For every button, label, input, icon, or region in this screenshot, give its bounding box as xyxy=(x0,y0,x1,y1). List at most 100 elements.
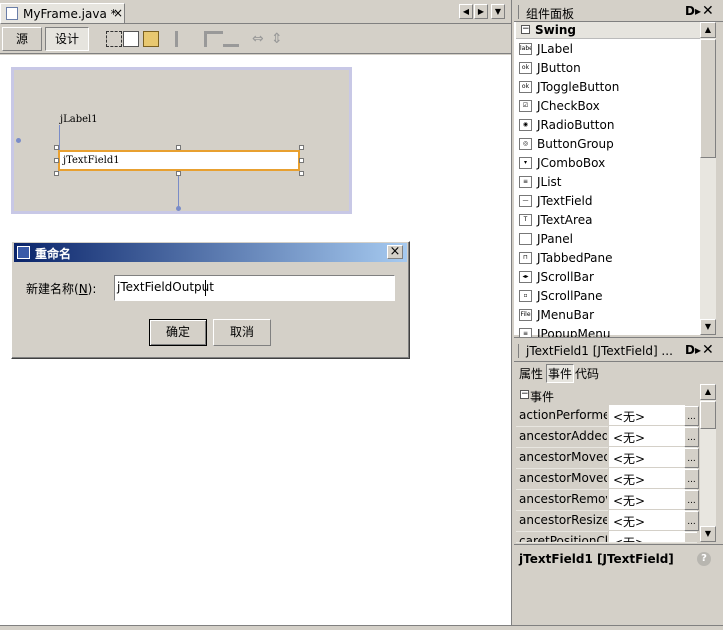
tab-list-menu-button[interactable]: ▼ xyxy=(491,4,505,19)
palette-item-jtogglebutton[interactable]: ok JToggleButton xyxy=(516,78,700,97)
scroll-up-button[interactable]: ▲ xyxy=(700,384,716,400)
scroll-down-button[interactable]: ▼ xyxy=(700,526,716,542)
align-top-icon[interactable] xyxy=(207,31,223,47)
scroll-up-button[interactable]: ▲ xyxy=(700,22,716,38)
jlabel1-component[interactable]: jLabel1 xyxy=(60,114,98,125)
cancel-button[interactable]: 取消 xyxy=(213,319,271,346)
source-tab-button[interactable]: 源 xyxy=(2,27,42,51)
jcombobox-icon: ▾ xyxy=(519,157,532,169)
resize-handle-s[interactable] xyxy=(176,171,181,176)
horizontal-resize-icon[interactable]: ⇔ xyxy=(252,31,264,47)
property-row[interactable]: caretPositionChanged <无>... xyxy=(516,531,697,543)
palette-item-jmenubar[interactable]: File JMenuBar xyxy=(516,306,700,325)
property-row[interactable]: actionPerformed <无>... xyxy=(516,405,699,427)
property-value-field[interactable]: <无> xyxy=(608,426,685,446)
property-value-field[interactable]: <无> xyxy=(608,531,685,542)
dialog-close-button[interactable]: × xyxy=(387,245,403,259)
ok-button[interactable]: 确定 xyxy=(149,319,207,346)
property-editor-button[interactable]: ... xyxy=(684,427,699,447)
close-icon[interactable]: × xyxy=(113,6,123,20)
tab-properties[interactable]: 属性 xyxy=(519,365,543,382)
resize-handle-nw[interactable] xyxy=(54,145,59,150)
property-editor-button[interactable]: ... xyxy=(684,406,699,426)
align-right-icon[interactable] xyxy=(191,31,207,47)
palette-scrollbar[interactable]: ▲ ▼ xyxy=(700,22,716,335)
new-name-label: 新建名称(N): xyxy=(26,280,96,297)
palette-item-jbutton[interactable]: ok JButton xyxy=(516,59,700,78)
selection-mode-icon[interactable] xyxy=(106,31,122,47)
editor-tab-myframe[interactable]: MyFrame.java * × xyxy=(0,3,125,24)
align-left-icon[interactable] xyxy=(175,31,191,47)
vertical-resize-icon[interactable]: ⇕ xyxy=(271,31,283,47)
connection-mode-icon[interactable] xyxy=(123,31,139,47)
tab-code[interactable]: 代码 xyxy=(575,365,599,382)
property-editor-button[interactable]: ... xyxy=(684,511,699,531)
palette-item-jradiobutton[interactable]: ◉ JRadioButton xyxy=(516,116,700,135)
palette-category-swing[interactable]: − Swing xyxy=(516,22,701,39)
property-editor-button[interactable]: ... xyxy=(684,532,697,542)
close-icon[interactable]: ✕ xyxy=(702,342,714,358)
property-editor-button[interactable]: ... xyxy=(684,490,699,510)
palette-item-jcombobox[interactable]: ▾ JComboBox xyxy=(516,154,700,173)
align-bottom-icon[interactable] xyxy=(223,31,239,47)
property-value-field[interactable]: <无> xyxy=(608,510,685,530)
scroll-thumb[interactable] xyxy=(700,401,716,429)
property-editor-button[interactable]: ... xyxy=(684,469,699,489)
resize-handle-w[interactable] xyxy=(54,158,59,163)
collapse-icon[interactable]: − xyxy=(521,25,530,34)
events-section-header[interactable]: − 事件 xyxy=(516,385,700,404)
tab-events[interactable]: 事件 xyxy=(546,364,575,383)
property-value-field[interactable]: <无> xyxy=(608,489,685,509)
property-row[interactable]: ancestorAdded <无>... xyxy=(516,426,699,448)
tab-nav-prev-button[interactable]: ◀ xyxy=(459,4,473,19)
palette-item-jscrollbar[interactable]: ◂▸ JScrollBar xyxy=(516,268,700,287)
preview-design-icon[interactable] xyxy=(143,31,159,47)
help-icon[interactable]: ? xyxy=(697,552,711,566)
resize-handle-ne[interactable] xyxy=(299,145,304,150)
palette-item-label: JScrollPane xyxy=(537,289,603,303)
property-row[interactable]: ancestorRemoved <无>... xyxy=(516,489,699,511)
anchor-dot-left xyxy=(16,138,21,143)
property-value: <无> xyxy=(613,452,646,466)
palette-item-buttongroup[interactable]: ◎ ButtonGroup xyxy=(516,135,700,154)
palette-item-label: JLabel xyxy=(537,42,573,56)
property-row[interactable]: ancestorResized <无>... xyxy=(516,510,699,532)
palette-item-jtextfield[interactable]: — JTextField xyxy=(516,192,700,211)
resize-handle-sw[interactable] xyxy=(54,171,59,176)
property-value-field[interactable]: <无> xyxy=(608,447,685,467)
property-row[interactable]: ancestorMoved <无>... xyxy=(516,468,699,490)
new-name-label-post: ): xyxy=(87,282,97,296)
property-editor-button[interactable]: ... xyxy=(684,448,699,468)
jlist-icon: ≡ xyxy=(519,176,532,188)
palette-header-border xyxy=(518,5,519,19)
jtextfield1-component[interactable]: jTextField1 xyxy=(58,150,300,171)
new-name-input-value: jTextFieldOutput xyxy=(117,280,214,294)
palette-item-jscrollpane[interactable]: ▫ JScrollPane xyxy=(516,287,700,306)
resize-handle-se[interactable] xyxy=(299,171,304,176)
property-value-field[interactable]: <无> xyxy=(608,405,685,425)
buttongroup-icon: ◎ xyxy=(519,138,532,150)
resize-handle-e[interactable] xyxy=(299,158,304,163)
palette-item-jtextarea[interactable]: T JTextArea xyxy=(516,211,700,230)
property-row[interactable]: ancestorMoved <无>... xyxy=(516,447,699,469)
collapse-icon[interactable]: − xyxy=(520,390,529,399)
tab-nav-next-button[interactable]: ▶ xyxy=(474,4,488,19)
design-tab-button[interactable]: 设计 xyxy=(45,27,89,51)
new-name-input[interactable]: jTextFieldOutput xyxy=(114,275,395,301)
palette-item-jcheckbox[interactable]: ☑ JCheckBox xyxy=(516,97,700,116)
resize-handle-n[interactable] xyxy=(176,145,181,150)
property-value-field[interactable]: <无> xyxy=(608,468,685,488)
scroll-down-button[interactable]: ▼ xyxy=(700,319,716,335)
palette-item-jlist[interactable]: ≡ JList xyxy=(516,173,700,192)
palette-item-jtabbedpane[interactable]: ⊓ JTabbedPane xyxy=(516,249,700,268)
dialog-title-bar[interactable]: 重命名 × xyxy=(14,243,407,262)
palette-item-jpanel[interactable]: JPanel xyxy=(516,230,700,249)
minimize-icon[interactable]: D▸ xyxy=(685,343,701,357)
palette-category-label: Swing xyxy=(535,23,576,37)
palette-item-jlabel[interactable]: label JLabel xyxy=(516,40,700,59)
close-icon[interactable]: ✕ xyxy=(702,3,714,19)
minimize-icon[interactable]: D▸ xyxy=(685,4,701,18)
scroll-thumb[interactable] xyxy=(700,39,716,158)
properties-scrollbar[interactable]: ▲ ▼ xyxy=(700,384,716,542)
form-canvas[interactable] xyxy=(11,67,352,214)
